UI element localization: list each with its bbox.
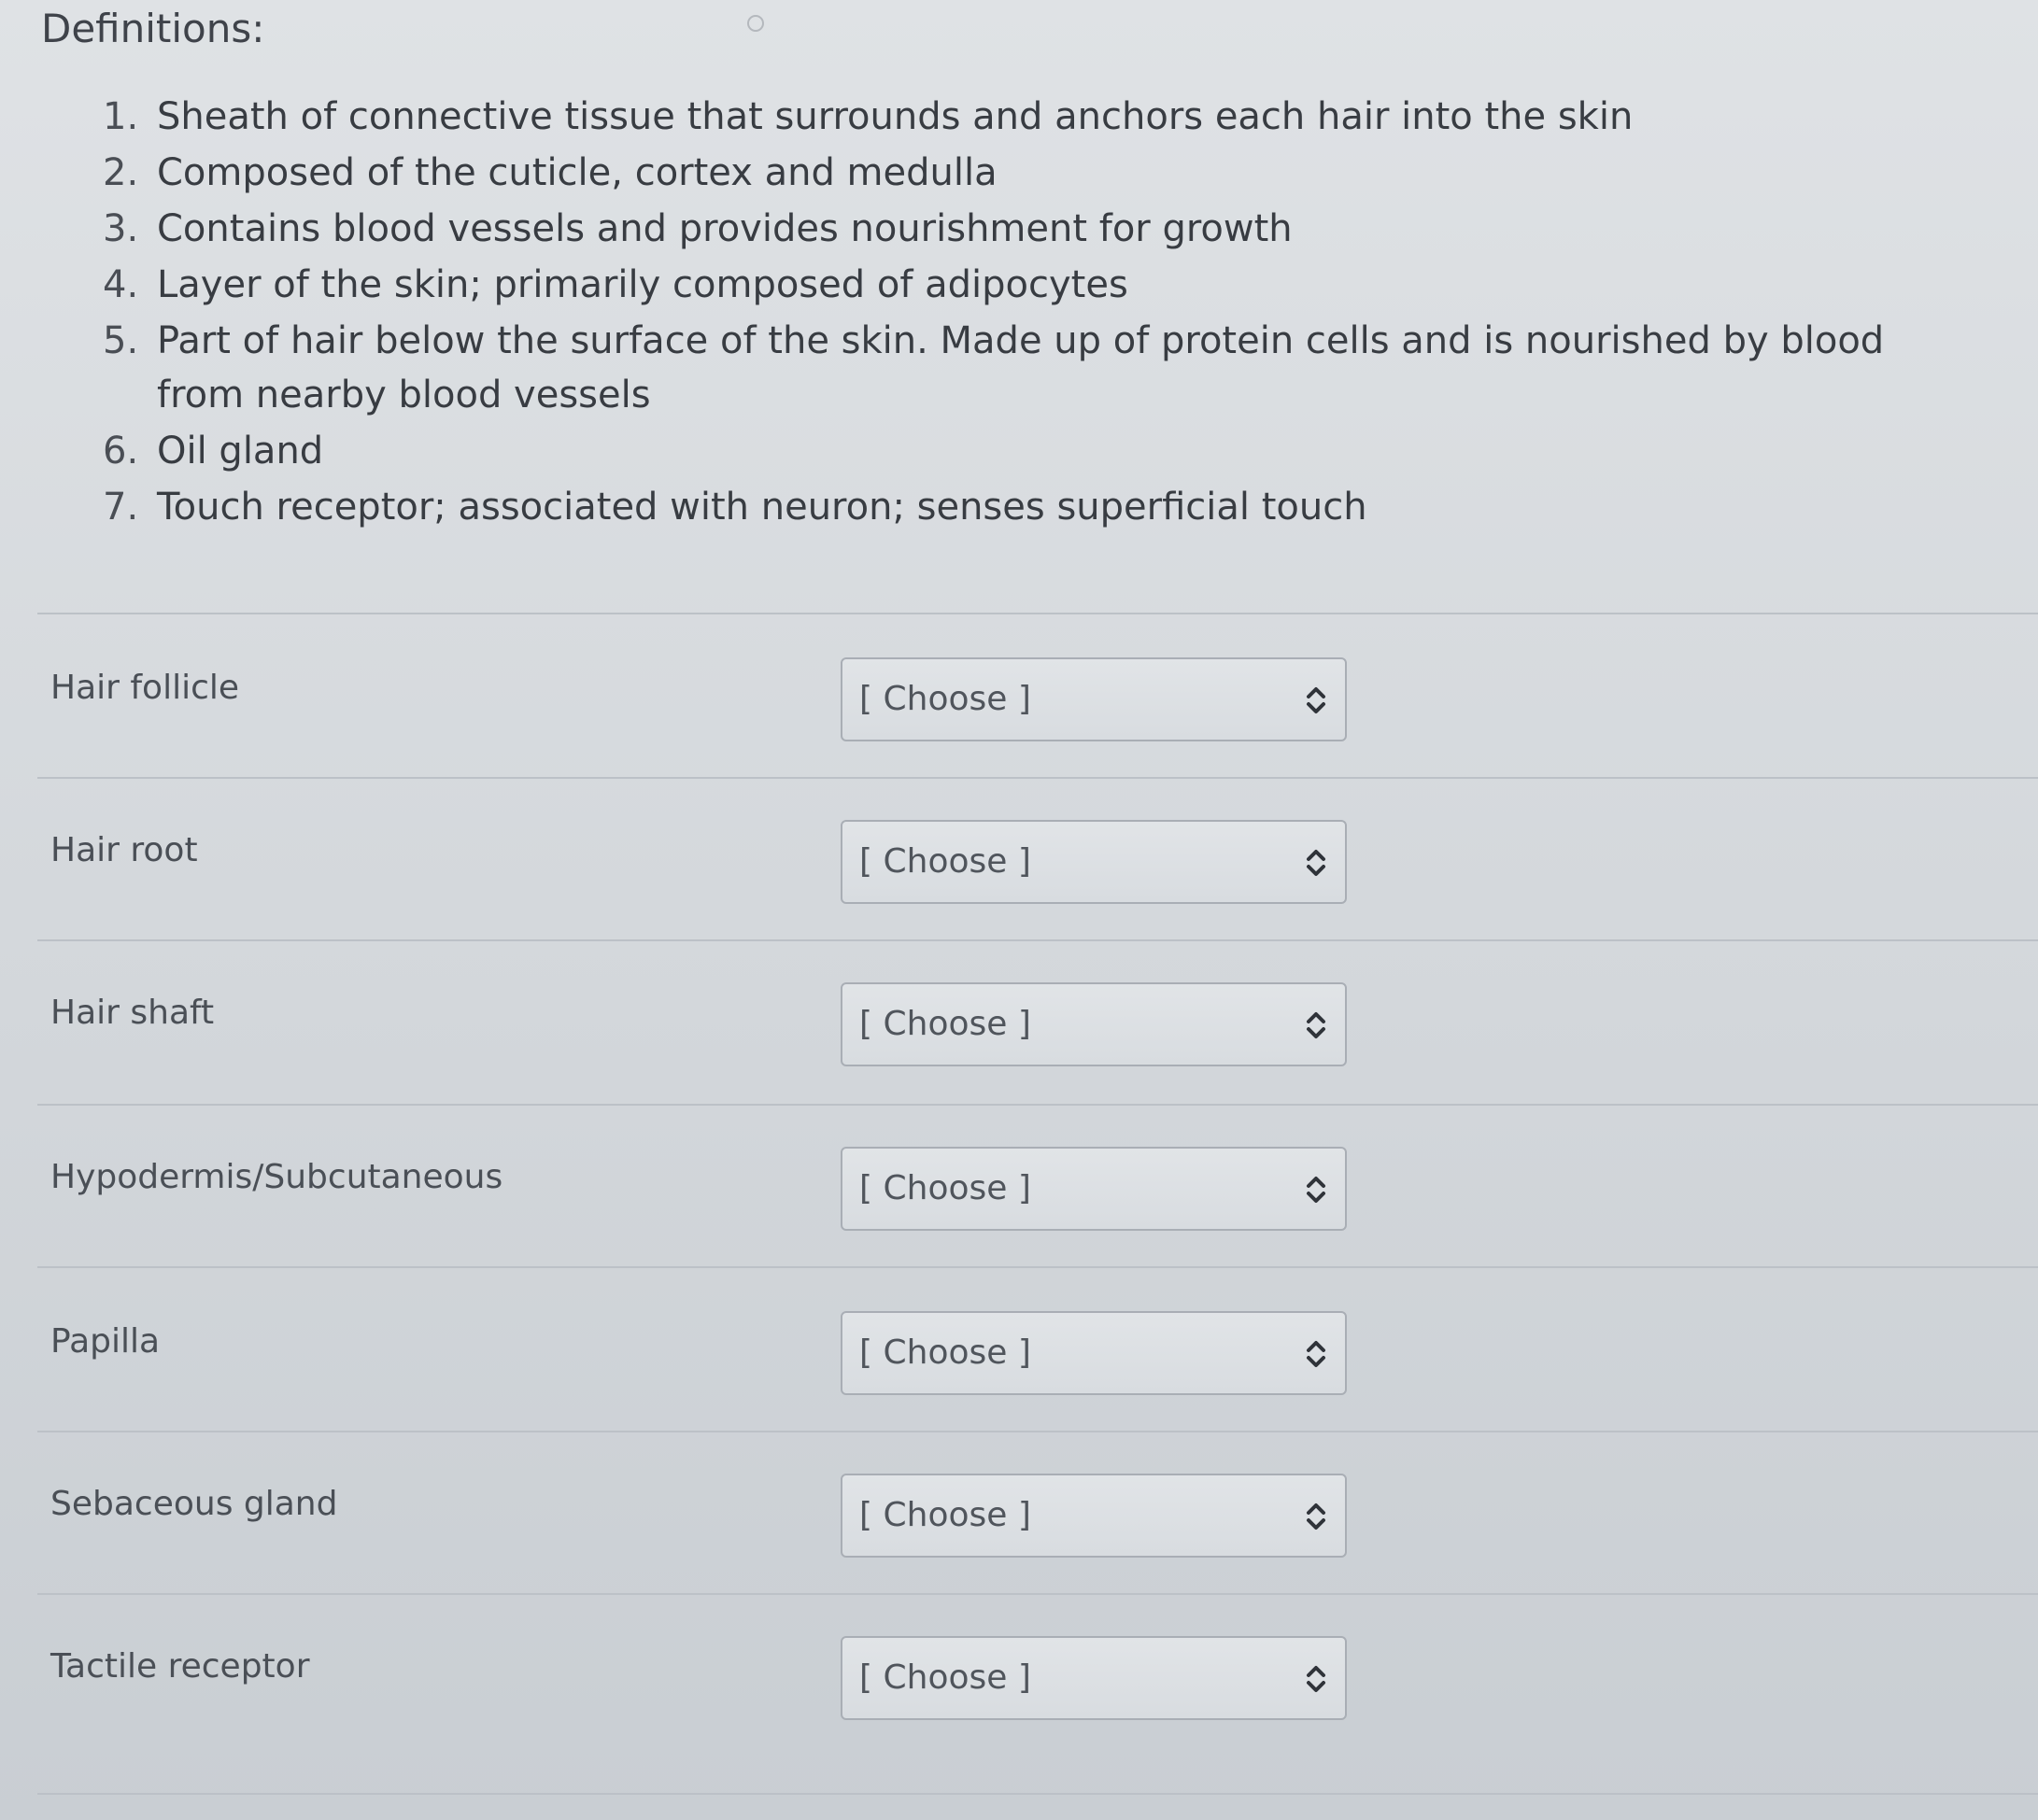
definition-text: Touch receptor; associated with neuron; … xyxy=(157,486,1367,529)
match-term-label: Hypodermis/Subcutaneous xyxy=(50,1158,503,1196)
definition-text: Composed of the cuticle, cortex and medu… xyxy=(157,151,998,194)
definition-number: 7. xyxy=(103,486,139,529)
definitions-heading: Definitions: xyxy=(41,6,265,51)
select-value: [ Choose ] xyxy=(859,1169,1031,1207)
definition-item: 7. Touch receptor; associated with neuron… xyxy=(103,480,1971,534)
row-divider xyxy=(37,1104,2038,1106)
chevron-up-down-icon xyxy=(1307,1341,1325,1367)
definition-number: 3. xyxy=(103,207,139,250)
definition-item: 5. Part of hair below the surface of the … xyxy=(103,314,1971,422)
row-divider xyxy=(37,613,2038,614)
definition-item: 1. Sheath of connective tissue that surro… xyxy=(103,90,1971,144)
chevron-up-down-icon xyxy=(1307,1177,1325,1203)
match-term-label: Hair root xyxy=(50,831,198,869)
select-value: [ Choose ] xyxy=(859,1333,1031,1372)
definition-number: 6. xyxy=(103,430,139,473)
match-term-label: Tactile receptor xyxy=(50,1647,310,1686)
match-row-hair-root: Hair root [ Choose ] xyxy=(0,820,2038,982)
select-value: [ Choose ] xyxy=(859,1496,1031,1534)
row-divider xyxy=(37,1431,2038,1432)
definition-item: 2. Composed of the cuticle, cortex and me… xyxy=(103,146,1971,200)
row-divider xyxy=(37,1593,2038,1595)
answer-select[interactable]: [ Choose ] xyxy=(841,820,1347,904)
match-row-papilla: Papilla [ Choose ] xyxy=(0,1311,2038,1474)
row-divider xyxy=(37,1793,2038,1795)
definition-text: Oil gland xyxy=(157,430,324,473)
definition-text: Layer of the skin; primarily composed of… xyxy=(157,263,1128,306)
match-term-label: Hair shaft xyxy=(50,994,215,1032)
select-value: [ Choose ] xyxy=(859,842,1031,881)
definition-number: 2. xyxy=(103,151,139,194)
answer-select[interactable]: [ Choose ] xyxy=(841,1147,1347,1231)
match-term-label: Hair follicle xyxy=(50,669,240,707)
match-term-label: Papilla xyxy=(50,1322,161,1361)
definition-text: Contains blood vessels and provides nour… xyxy=(157,207,1293,250)
match-term-label: Sebaceous gland xyxy=(50,1485,338,1523)
match-row-hair-shaft: Hair shaft [ Choose ] xyxy=(0,982,2038,1145)
match-row-hypodermis: Hypodermis/Subcutaneous [ Choose ] xyxy=(0,1147,2038,1309)
definition-item: 4. Layer of the skin; primarily composed … xyxy=(103,258,1971,312)
definition-number: 1. xyxy=(103,95,139,138)
match-row-tactile-receptor: Tactile receptor [ Choose ] xyxy=(0,1636,2038,1799)
row-divider xyxy=(37,777,2038,779)
select-value: [ Choose ] xyxy=(859,680,1031,718)
match-row-hair-follicle: Hair follicle [ Choose ] xyxy=(0,657,2038,820)
chevron-up-down-icon xyxy=(1307,1012,1325,1038)
select-value: [ Choose ] xyxy=(859,1658,1031,1697)
definition-text: Part of hair below the surface of the sk… xyxy=(157,319,1885,416)
definition-text: Sheath of connective tissue that surroun… xyxy=(157,95,1634,138)
answer-select[interactable]: [ Choose ] xyxy=(841,1311,1347,1395)
decorative-dot xyxy=(747,15,764,32)
answer-select[interactable]: [ Choose ] xyxy=(841,657,1347,741)
definition-item: 3. Contains blood vessels and provides no… xyxy=(103,202,1971,256)
answer-select[interactable]: [ Choose ] xyxy=(841,1636,1347,1720)
select-value: [ Choose ] xyxy=(859,1005,1031,1043)
definition-item: 6. Oil gland xyxy=(103,424,1971,478)
answer-select[interactable]: [ Choose ] xyxy=(841,1474,1347,1558)
definition-number: 5. xyxy=(103,319,139,362)
chevron-up-down-icon xyxy=(1307,687,1325,713)
row-divider xyxy=(37,1266,2038,1268)
answer-select[interactable]: [ Choose ] xyxy=(841,982,1347,1066)
chevron-up-down-icon xyxy=(1307,850,1325,876)
match-row-sebaceous-gland: Sebaceous gland [ Choose ] xyxy=(0,1474,2038,1636)
definition-number: 4. xyxy=(103,263,139,306)
chevron-up-down-icon xyxy=(1307,1503,1325,1530)
row-divider xyxy=(37,939,2038,941)
definitions-list: 1. Sheath of connective tissue that surro… xyxy=(103,90,1971,536)
chevron-up-down-icon xyxy=(1307,1666,1325,1692)
quiz-question: Definitions: 1. Sheath of connective tiss… xyxy=(0,0,2038,1820)
